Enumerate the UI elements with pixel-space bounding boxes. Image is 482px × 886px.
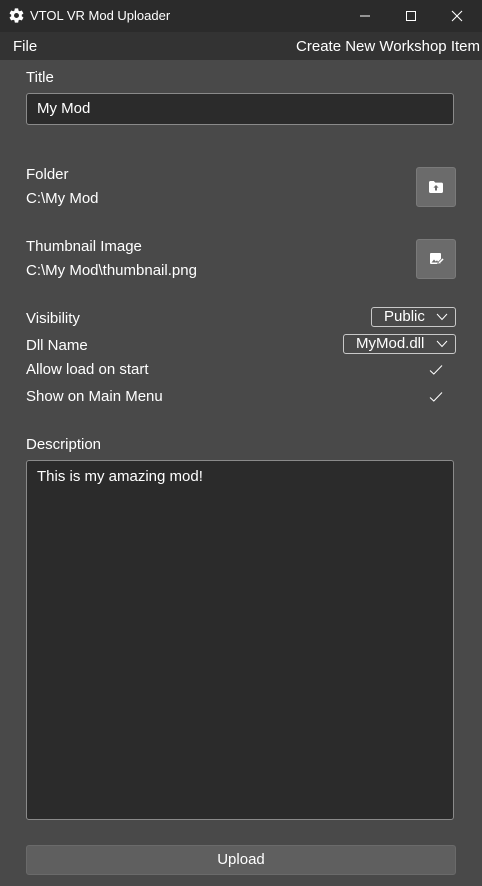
menu-file[interactable]: File: [13, 38, 37, 55]
show-main-menu-checkbox[interactable]: [429, 391, 443, 403]
menu-create-workshop-item[interactable]: Create New Workshop Item: [296, 38, 480, 55]
close-icon: [451, 10, 463, 22]
window-title: VTOL VR Mod Uploader: [30, 8, 171, 23]
upload-button[interactable]: Upload: [26, 845, 456, 875]
description-textarea[interactable]: This is my amazing mod!: [26, 460, 454, 820]
title-label: Title: [26, 69, 54, 86]
visibility-selected: Public: [384, 308, 425, 325]
chevron-down-icon: [436, 340, 448, 348]
browse-folder-button[interactable]: [416, 167, 456, 207]
menu-bar: File Create New Workshop Item: [0, 32, 482, 60]
allow-load-label: Allow load on start: [26, 361, 149, 378]
thumbnail-path: C:\My Mod\thumbnail.png: [26, 262, 197, 279]
show-main-menu-label: Show on Main Menu: [26, 388, 163, 405]
allow-load-checkbox[interactable]: [429, 364, 443, 376]
folder-upload-icon: [429, 181, 443, 193]
folder-path: C:\My Mod: [26, 190, 99, 207]
folder-label: Folder: [26, 166, 69, 183]
title-input-value: My Mod: [37, 100, 91, 117]
close-button[interactable]: [434, 0, 480, 32]
maximize-icon: [406, 11, 416, 21]
thumbnail-label: Thumbnail Image: [26, 238, 142, 255]
minimize-icon: [360, 15, 370, 17]
maximize-button[interactable]: [388, 0, 434, 32]
dll-name-selected: MyMod.dll: [356, 335, 425, 352]
image-edit-icon: [430, 253, 444, 266]
description-text: This is my amazing mod!: [37, 468, 203, 485]
browse-thumbnail-button[interactable]: [416, 239, 456, 279]
chevron-down-icon: [436, 313, 448, 321]
dll-name-label: Dll Name: [26, 337, 88, 354]
title-input[interactable]: My Mod: [26, 93, 454, 125]
visibility-dropdown[interactable]: Public: [371, 307, 456, 327]
description-label: Description: [26, 436, 102, 453]
visibility-label: Visibility: [26, 310, 80, 327]
dll-name-dropdown[interactable]: MyMod.dll: [343, 334, 456, 354]
minimize-button[interactable]: [342, 0, 388, 32]
title-bar[interactable]: VTOL VR Mod Uploader: [0, 0, 482, 32]
gear-icon: [9, 8, 24, 23]
